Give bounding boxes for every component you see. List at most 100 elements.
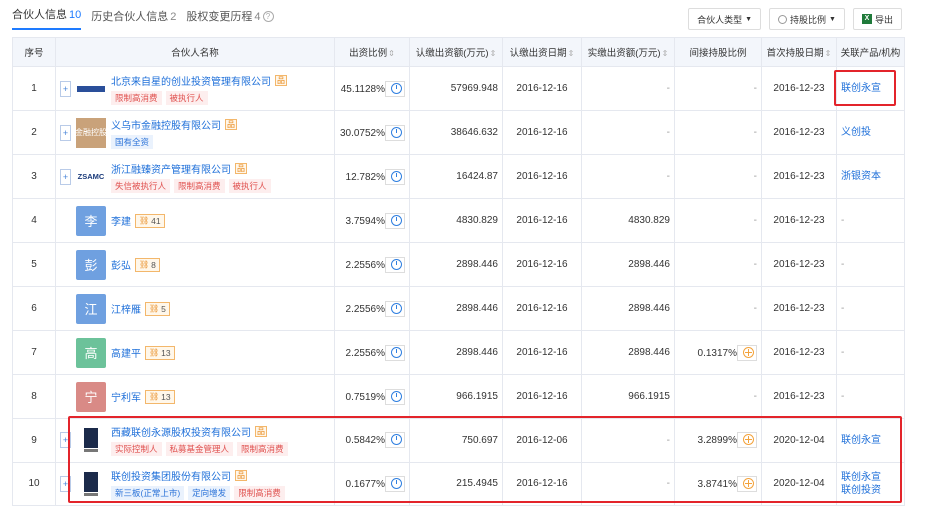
org-chart-icon[interactable]: 品 <box>235 162 247 174</box>
indirect-ratio-cell: 3.8741% <box>674 461 762 506</box>
org-chart-icon[interactable]: 品 <box>235 469 247 481</box>
plus-box-icon[interactable]: + <box>60 168 71 185</box>
col-header: 关联产品/机构 <box>836 37 905 67</box>
related-product-link[interactable]: 义创投 <box>841 126 900 139</box>
partner-name-link[interactable]: 江梓雁 <box>111 301 141 316</box>
tab-history-partner[interactable]: 历史合伙人信息 2 <box>91 8 176 30</box>
col-header[interactable]: 认缴出资额(万元)⇕ <box>409 37 503 67</box>
partner-name-link[interactable]: 浙江融臻资产管理有限公司 <box>111 161 231 176</box>
table-row: 9 + 西藏联创永源股权投资有限公司品实际控制人 私募基金管理人 限制高消费 0.5842… <box>12 418 905 463</box>
subscribed-amount: 2898.446 <box>409 330 503 375</box>
partner-name-wrap: 高高建平 ⛓ 13 <box>60 337 330 368</box>
partner-name-link[interactable]: 义乌市金融控股有限公司 <box>111 117 221 132</box>
org-chart-icon: ⛓ <box>139 216 150 225</box>
company-logo-icon: 金融控股 <box>75 117 107 148</box>
related-product-link[interactable]: 联创永宣 <box>841 82 900 95</box>
related-product-link[interactable]: 联创永宣 <box>841 434 900 447</box>
related-count-badge[interactable]: ⛓ 41 <box>135 213 165 228</box>
first-holding-date: 2016-12-23 <box>761 330 837 375</box>
partner-name-link[interactable]: 西藏联创永源股权投资有限公司 <box>111 424 251 439</box>
org-chart-icon[interactable]: 品 <box>275 74 287 86</box>
related-product-link[interactable]: 浙银资本 <box>841 170 900 183</box>
partner-type-dropdown[interactable]: 合伙人类型 ▼ <box>688 8 762 30</box>
partner-name-link[interactable]: 联创投资集团股份有限公司 <box>111 468 231 483</box>
export-button[interactable]: X 导出 <box>852 8 902 30</box>
related-product-cell: 联创永宣 <box>836 66 905 111</box>
partner-name-link[interactable]: 宁利军 <box>111 389 141 404</box>
empty-value: - <box>841 391 845 402</box>
org-chart-icon: ⛓ <box>149 348 160 357</box>
col-header[interactable]: 出资比例⇕ <box>334 37 410 67</box>
indirect-ratio: - <box>753 83 757 94</box>
partner-name-line: 西藏联创永源股权投资有限公司品 <box>111 424 288 439</box>
related-product-link[interactable]: 联创投资 <box>841 484 900 497</box>
indirect-ratio-cell: - <box>674 242 762 287</box>
partner-name-line: 义乌市金融控股有限公司品 <box>111 117 237 132</box>
tab-equity-change[interactable]: 股权变更历程 4? <box>186 8 274 30</box>
plus-box-icon[interactable]: + <box>60 475 71 492</box>
partner-info: 宁利军 ⛓ 13 <box>111 389 175 404</box>
subscribed-amount: 215.4945 <box>409 461 503 506</box>
related-count-badge[interactable]: ⛓ 13 <box>145 389 175 404</box>
plus-box-icon[interactable]: + <box>60 80 71 97</box>
ratio-history-button[interactable] <box>385 212 405 229</box>
related-count-badge[interactable]: ⛓ 13 <box>145 345 175 360</box>
partner-cell: 高高建平 ⛓ 13 <box>55 330 335 375</box>
help-icon[interactable]: ? <box>262 11 274 22</box>
partner-name-link[interactable]: 高建平 <box>111 345 141 360</box>
col-header[interactable]: 首次持股日期⇕ <box>761 37 837 67</box>
col-header: 序号 <box>12 37 56 67</box>
ratio-history-button[interactable] <box>385 388 405 405</box>
first-holding-date: 2016-12-23 <box>761 110 837 155</box>
sort-icon[interactable]: ⇕ <box>825 49 832 58</box>
avatar: 彭 <box>76 249 106 280</box>
paid-amount: - <box>581 154 675 199</box>
ratio-history-button[interactable] <box>385 475 405 492</box>
indirect-ratio-cell: - <box>674 374 762 419</box>
avatar: 李 <box>76 205 106 236</box>
ratio-history-button[interactable] <box>385 432 405 449</box>
tab-partner-info[interactable]: 合伙人信息 10 <box>12 6 82 30</box>
ratio-history-button[interactable] <box>385 124 405 141</box>
plus-box-icon[interactable]: + <box>60 124 71 141</box>
ratio-history-button[interactable] <box>385 344 405 361</box>
row-index: 6 <box>12 286 56 331</box>
indirect-chain-button[interactable] <box>737 432 757 449</box>
sort-icon[interactable]: ⇕ <box>662 49 669 58</box>
paid-amount: - <box>581 418 675 463</box>
partner-name-link[interactable]: 北京来自星的创业投资管理有限公司 <box>111 73 271 88</box>
related-count-badge[interactable]: ⛓ 8 <box>135 257 160 272</box>
partner-name-link[interactable]: 李建 <box>111 213 131 228</box>
related-count-badge[interactable]: ⛓ 5 <box>145 301 170 316</box>
sort-icon[interactable]: ⇕ <box>490 49 497 58</box>
ratio-history-button[interactable] <box>385 256 405 273</box>
ratio-history-button[interactable] <box>385 300 405 317</box>
empty-value: - <box>841 347 845 358</box>
ratio-history-button[interactable] <box>385 168 405 185</box>
partner-name-line: 浙江融臻资产管理有限公司品 <box>111 161 271 176</box>
org-chart-icon: ⛓ <box>149 304 160 313</box>
ratio-cell: 12.782% <box>334 154 410 199</box>
org-chart-icon[interactable]: 品 <box>225 118 237 130</box>
clock-icon <box>391 214 402 226</box>
indirect-ratio-cell: - <box>674 198 762 243</box>
plus-box-icon[interactable]: + <box>60 432 71 449</box>
clock-icon <box>391 258 402 270</box>
clock-icon <box>391 390 402 402</box>
indirect-chain-button[interactable] <box>737 344 757 361</box>
indirect-ratio: 3.2899% <box>697 435 737 447</box>
org-chart-icon[interactable]: 品 <box>255 426 267 438</box>
partner-name-link[interactable]: 彭弘 <box>111 257 131 272</box>
subscribed-amount: 4830.829 <box>409 198 503 243</box>
col-header[interactable]: 实缴出资额(万元)⇕ <box>581 37 675 67</box>
sort-icon[interactable]: ⇕ <box>568 49 575 58</box>
ratio-history-button[interactable] <box>385 80 405 97</box>
indirect-chain-button[interactable] <box>737 475 757 492</box>
holding-ratio-dropdown[interactable]: 持股比例 ▼ <box>769 8 845 30</box>
sort-icon[interactable]: ⇕ <box>388 49 395 58</box>
related-product-link[interactable]: 联创永宣 <box>841 471 900 484</box>
partner-name-wrap: + 北京来自星的创业投资管理有限公司品限制高消费 被执行人 <box>60 73 330 105</box>
col-header[interactable]: 认缴出资日期⇕ <box>502 37 582 67</box>
first-holding-date: 2016-12-23 <box>761 374 837 419</box>
status-tag: 被执行人 <box>228 178 271 193</box>
